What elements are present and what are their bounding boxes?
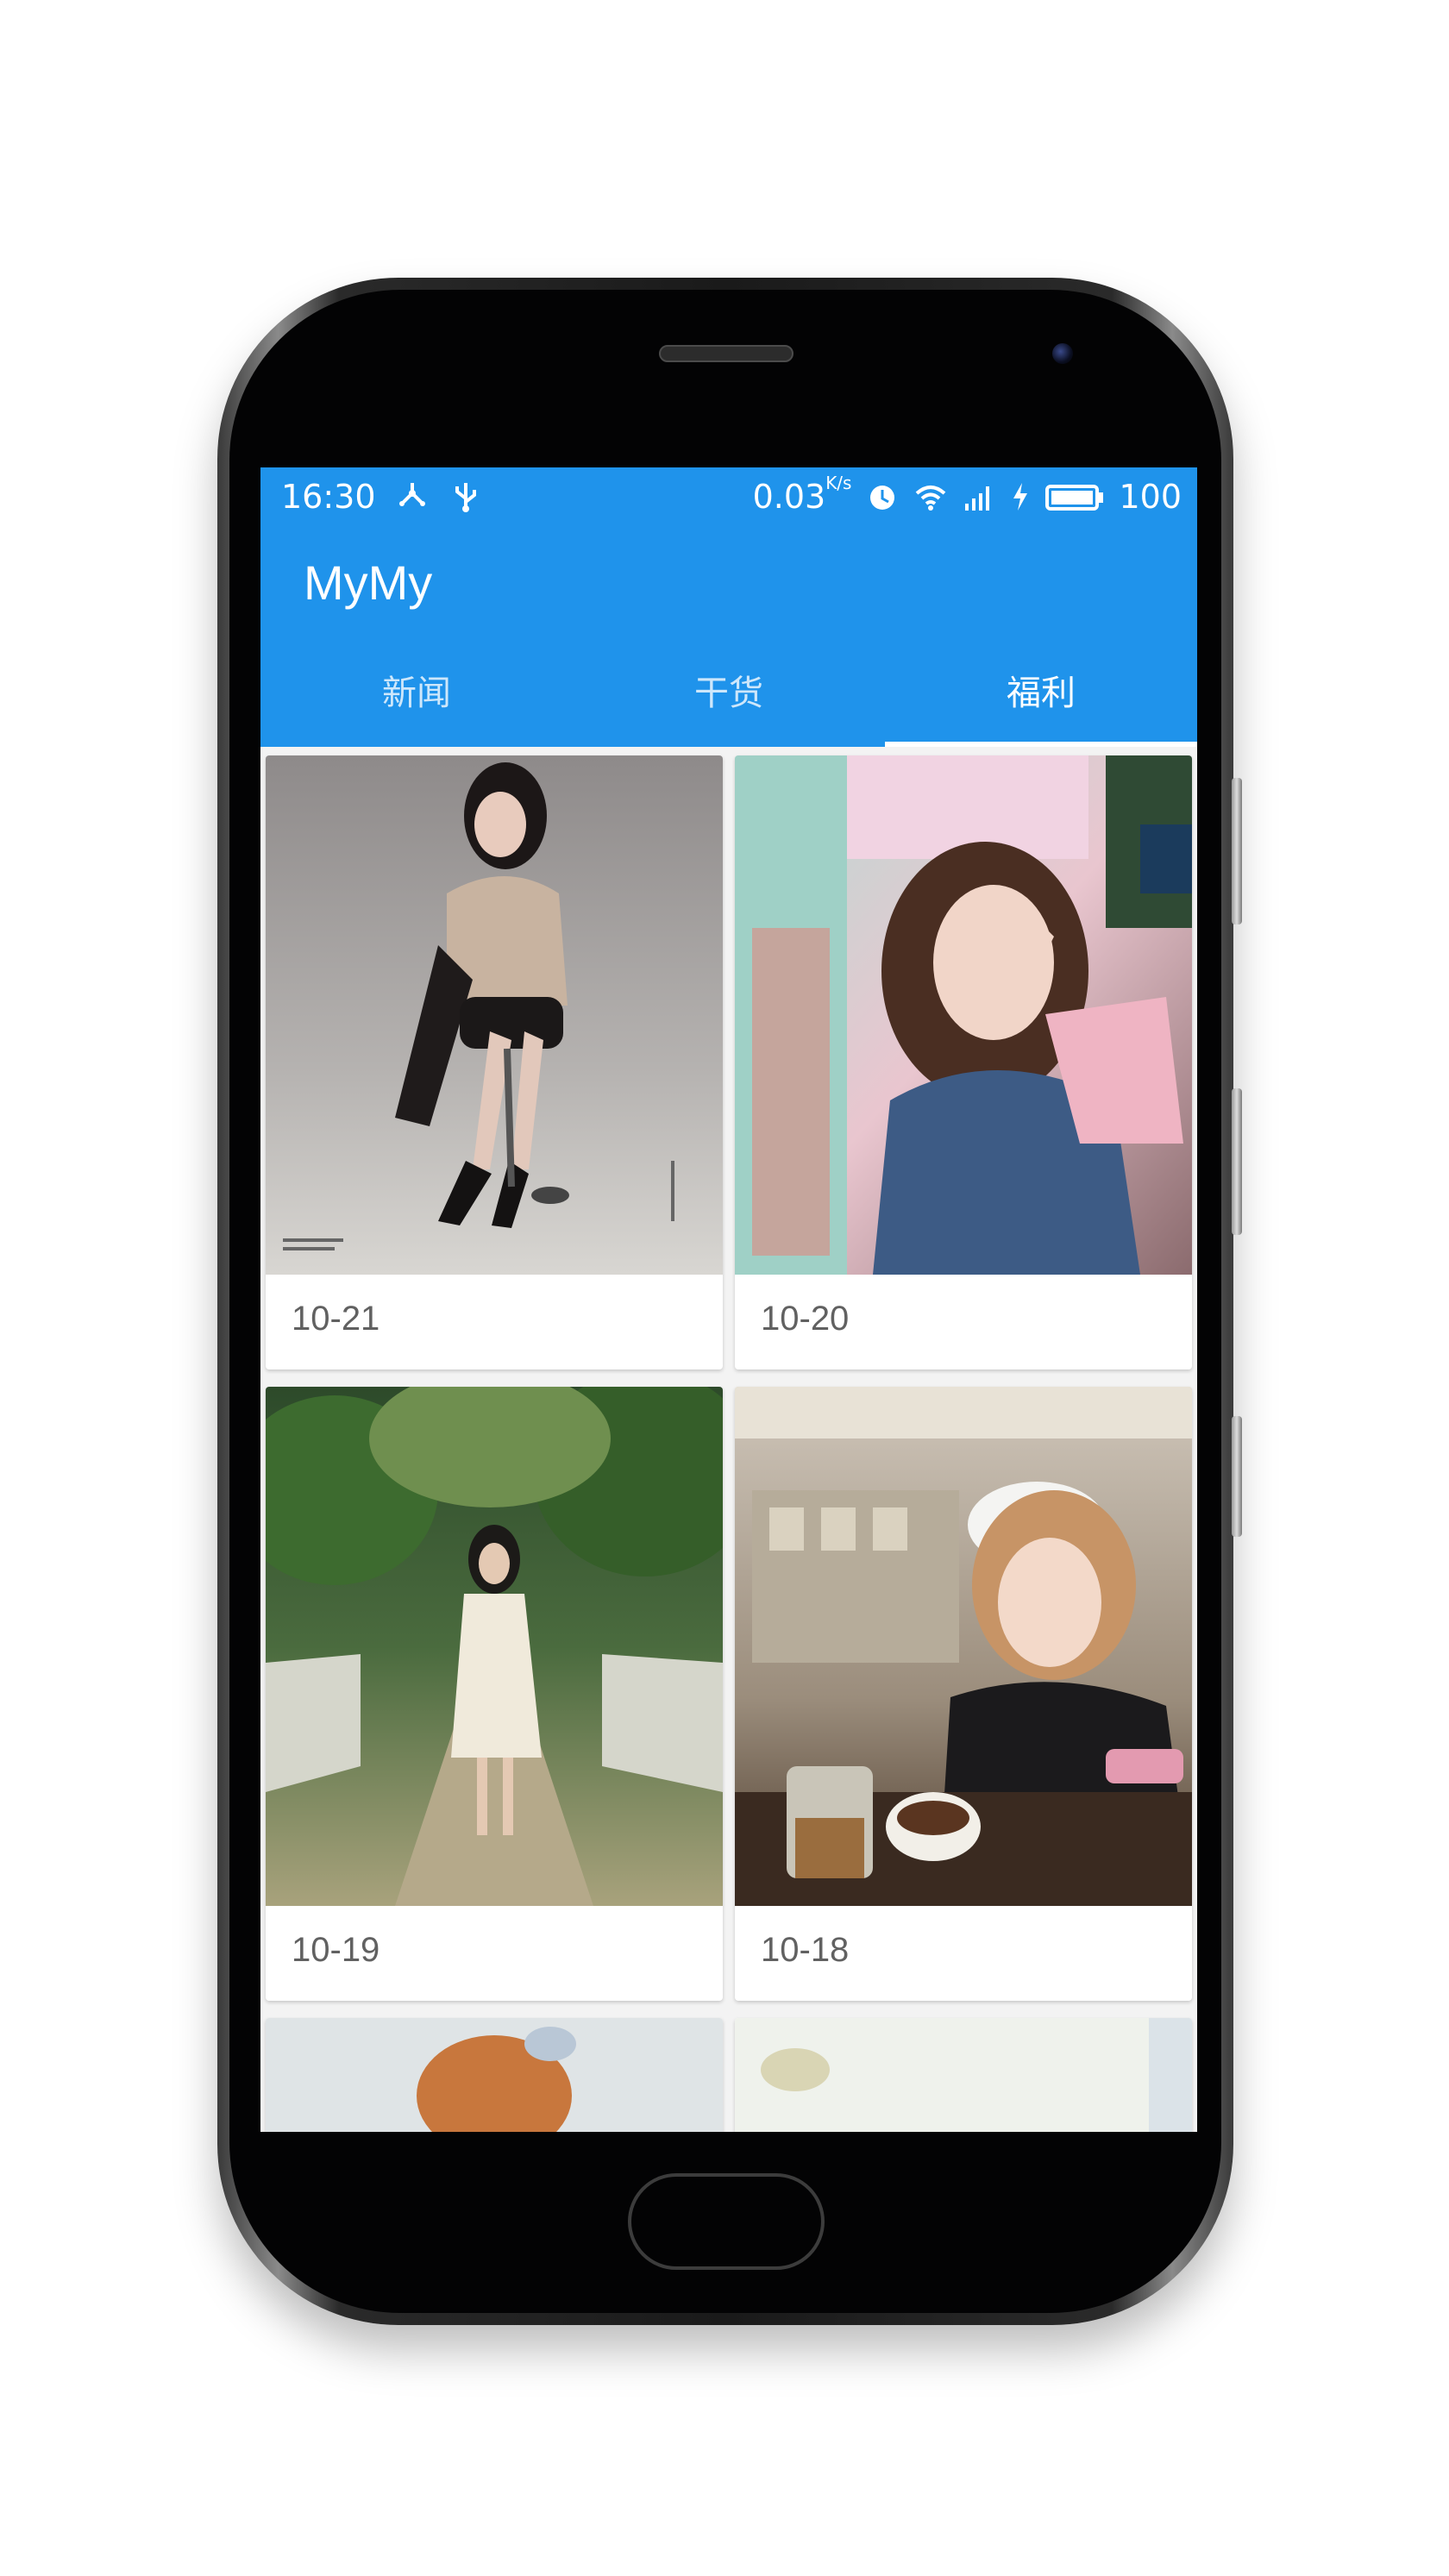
photo-card[interactable]: 10-20 [735,755,1192,1369]
app-title: MyMy [304,555,433,610]
photo-date: 10-20 [761,1300,850,1338]
photo-card[interactable]: 10-18 [735,1387,1192,2001]
tab-resources[interactable]: 干货 [573,640,885,747]
home-button[interactable] [628,2173,825,2270]
power-button[interactable] [1232,1416,1242,1537]
net-speed-unit: K/s [825,473,852,493]
alarm-icon [865,479,900,514]
photo-image [266,755,723,1275]
tab-news-label: 新闻 [382,674,451,713]
wifi-icon [913,479,948,514]
photo-card[interactable]: 10-19 [266,1387,723,2001]
tab-welfare-label: 福利 [1007,674,1076,713]
photo-date: 10-18 [761,1931,850,1969]
tab-resources-label: 干货 [694,674,763,713]
earpiece-speaker [659,345,794,362]
photo-image [266,2018,723,2132]
photo-image [266,1387,723,1906]
app-screen: 16:30 0.03K/s 100 MyMy 新闻 干货 福利 10-21 10… [260,467,1197,2132]
photo-card[interactable]: 10-21 [266,755,723,1369]
tab-welfare[interactable]: 福利 [885,640,1197,747]
volume-up-button[interactable] [1232,778,1242,924]
tab-news[interactable]: 新闻 [260,640,573,747]
tab-indicator [885,742,1197,747]
front-camera [1052,343,1073,364]
photo-image [735,755,1192,1275]
signal-icon [962,479,996,514]
app-bar: MyMy [260,530,1197,640]
photo-card[interactable] [735,2018,1192,2132]
volume-down-button[interactable] [1232,1088,1242,1235]
net-speed-value: 0.03 [752,478,826,516]
charging-icon [1010,479,1031,514]
battery-level: 100 [1119,478,1182,516]
usb-icon [448,479,483,514]
tab-bar: 新闻 干货 福利 [260,640,1197,747]
status-bar: 16:30 0.03K/s 100 [260,467,1197,530]
status-time: 16:30 [281,478,376,516]
photo-image [735,1387,1192,1906]
photo-card[interactable] [266,2018,723,2132]
battery-icon [1044,479,1105,514]
photo-image [735,2018,1192,2132]
net-speed: 0.03K/s [752,473,852,516]
photo-date: 10-21 [292,1300,380,1338]
share-icon [395,479,430,514]
photo-date: 10-19 [292,1931,380,1969]
